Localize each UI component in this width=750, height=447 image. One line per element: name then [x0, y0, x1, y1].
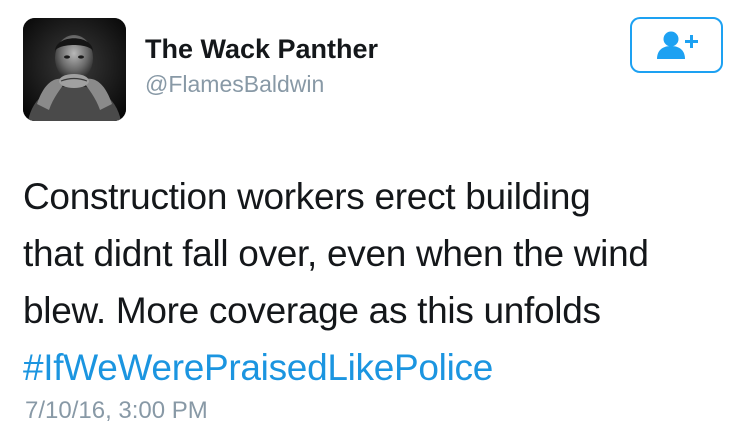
hashtag-link[interactable]: #IfWeWerePraisedLikePolice — [23, 339, 733, 396]
user-handle[interactable]: @FlamesBaldwin — [145, 71, 324, 98]
tweet-card: The Wack Panther @FlamesBaldwin Construc… — [0, 0, 750, 447]
tweet-text-line: that didnt fall over, even when the wind — [23, 233, 649, 274]
profile-photo-icon — [23, 18, 126, 121]
tweet-text-line: blew. More coverage as this unfolds — [23, 290, 601, 331]
timestamp[interactable]: 7/10/16, 3:00 PM — [25, 397, 208, 425]
follow-button[interactable] — [630, 17, 723, 73]
display-name[interactable]: The Wack Panther — [145, 34, 378, 65]
avatar[interactable] — [23, 18, 126, 121]
tweet-text-line: Construction workers erect building — [23, 176, 591, 217]
add-user-icon — [656, 31, 698, 59]
tweet-text: Construction workers erect building that… — [23, 168, 733, 396]
